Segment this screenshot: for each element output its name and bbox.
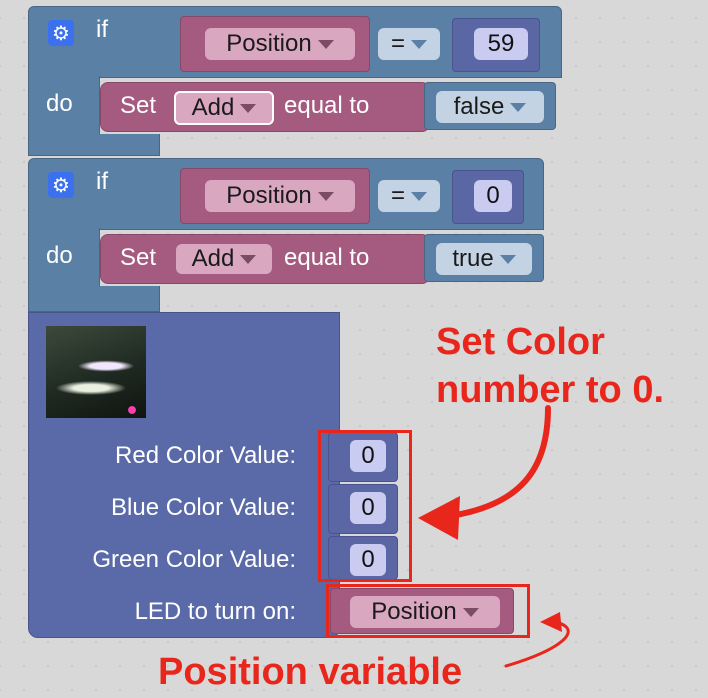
- set-variable-dropdown[interactable]: Add: [174, 91, 274, 125]
- led-to-turn-on-label: LED to turn on:: [134, 598, 296, 625]
- variable-name: Add: [191, 245, 235, 272]
- variable-dropdown[interactable]: Position: [205, 180, 355, 212]
- chevron-down-icon: [240, 103, 257, 113]
- variable-dropdown[interactable]: Position: [205, 28, 355, 60]
- if-block-2-footer: [28, 286, 160, 312]
- do-keyword: do: [46, 242, 73, 269]
- operator-label: =: [390, 182, 405, 209]
- position-variable-annotation: Position variable: [158, 651, 463, 693]
- set-keyword: Set: [120, 244, 157, 271]
- if-keyword: if: [96, 168, 108, 195]
- chevron-down-icon: [317, 39, 334, 49]
- operator-label: =: [390, 30, 405, 57]
- variable-name: Position: [226, 182, 312, 209]
- led-strip-image: [46, 326, 146, 418]
- arrow-head-position: [540, 612, 562, 632]
- color-values-highlight: [318, 430, 412, 582]
- green-color-label: Green Color Value:: [92, 546, 296, 573]
- number-field[interactable]: 0: [474, 180, 512, 212]
- red-color-label: Red Color Value:: [115, 442, 296, 469]
- chevron-down-icon: [240, 254, 257, 264]
- variable-name: Position: [226, 30, 312, 57]
- do-keyword: do: [46, 90, 73, 117]
- chevron-down-icon: [411, 191, 427, 201]
- equal-to-label: equal to: [284, 244, 370, 271]
- gear-icon[interactable]: ⚙: [48, 172, 74, 198]
- boolean-value: true: [452, 245, 494, 272]
- chevron-down-icon: [317, 191, 334, 201]
- gear-icon[interactable]: ⚙: [48, 20, 74, 46]
- arrow-head-set-color: [418, 496, 460, 540]
- chevron-down-icon: [510, 102, 527, 112]
- if-block-1-footer: [28, 134, 160, 156]
- equal-to-label: equal to: [284, 92, 370, 119]
- blue-color-label: Blue Color Value:: [111, 494, 296, 521]
- boolean-dropdown[interactable]: false: [436, 91, 544, 123]
- led-variable-highlight: [326, 584, 530, 638]
- operator-dropdown[interactable]: =: [378, 28, 440, 60]
- number-field[interactable]: 59: [474, 28, 528, 60]
- chevron-down-icon: [499, 254, 516, 264]
- boolean-dropdown[interactable]: true: [436, 243, 532, 275]
- if-keyword: if: [96, 16, 108, 43]
- variable-name: Add: [191, 94, 235, 121]
- chevron-down-icon: [411, 39, 427, 49]
- set-keyword: Set: [120, 92, 157, 119]
- curved-arrow-set-color: [447, 405, 551, 519]
- set-variable-dropdown[interactable]: Add: [176, 244, 272, 274]
- set-color-annotation: Set Color number to 0.: [436, 321, 665, 411]
- operator-dropdown[interactable]: =: [378, 180, 440, 212]
- boolean-value: false: [453, 93, 505, 120]
